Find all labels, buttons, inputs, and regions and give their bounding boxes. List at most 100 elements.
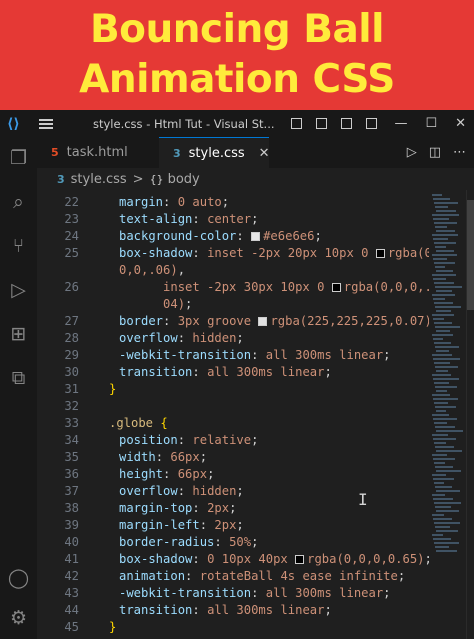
code-token: hidden — [192, 484, 237, 498]
code-text: margin-left: 2px; — [119, 517, 244, 534]
minimap-line — [435, 346, 459, 348]
minimap[interactable] — [429, 190, 466, 639]
code-token: .globe — [109, 416, 161, 430]
code-text: 0,0,.06), — [119, 262, 185, 279]
minimap-line — [433, 298, 445, 300]
tab-task-html[interactable]: 5 task.html — [37, 137, 157, 168]
vscode-logo-icon: ⟨⟩ — [7, 115, 20, 132]
minimap-line — [434, 242, 456, 244]
line-number: 40 — [64, 535, 79, 549]
close-tab-icon[interactable]: ✕ — [259, 146, 270, 161]
window-title-bar: ⟨⟩ style.css - Html Tut - Visual St... —… — [0, 110, 474, 137]
code-text: animation: rotateBall 4s ease infinite; — [119, 568, 405, 585]
minimap-line — [432, 514, 444, 516]
color-swatch[interactable] — [258, 317, 268, 326]
code-token: : — [163, 467, 178, 481]
settings-gear-icon[interactable]: ⚙ — [7, 607, 30, 630]
code-line: 04); — [37, 296, 429, 313]
html5-icon: 5 — [51, 146, 59, 159]
code-line: 24 background-color: #e6e6e6; — [37, 228, 429, 245]
code-token: 0 auto — [177, 195, 222, 209]
minimap-line — [434, 442, 446, 444]
color-swatch[interactable] — [331, 283, 341, 292]
python-icon[interactable]: ⧉ — [7, 367, 30, 390]
scrollbar-thumb[interactable] — [467, 200, 474, 310]
editor-tabs: 5 task.html 3 style.css ✕ ▷ ◫ ⋯ — [37, 137, 474, 168]
color-swatch[interactable] — [375, 249, 385, 258]
minimap-line — [436, 250, 454, 252]
code-text: margin: 0 auto; — [119, 194, 229, 211]
minimap-line — [432, 294, 455, 296]
maximize-icon[interactable]: ☐ — [426, 116, 438, 131]
close-window-icon[interactable]: ✕ — [455, 116, 466, 131]
breadcrumb-symbol[interactable]: body — [168, 172, 200, 187]
code-token: margin-left — [119, 518, 200, 532]
code-line: 43 -webkit-transition: all 300ms linear; — [37, 585, 429, 602]
line-number: 32 — [64, 399, 79, 413]
line-number: 44 — [64, 603, 79, 617]
code-token: } — [109, 620, 117, 634]
code-token: hidden — [192, 331, 237, 345]
line-number: 45 — [64, 620, 79, 634]
minimap-line — [435, 286, 462, 288]
minimap-line — [433, 498, 453, 500]
source-control-icon[interactable]: ⑂ — [7, 235, 30, 258]
minimap-line — [432, 374, 451, 376]
minimap-line — [434, 422, 447, 424]
code-token: ; — [199, 450, 208, 464]
more-actions-icon[interactable]: ⋯ — [453, 145, 466, 160]
code-editor[interactable]: I 22 margin: 0 auto; 23 text-align: center;… — [37, 190, 429, 639]
code-token: 66px — [170, 450, 200, 464]
code-token: overflow — [119, 484, 178, 498]
minimap-line — [432, 274, 456, 276]
code-token: border — [119, 314, 164, 328]
minimap-line — [434, 342, 451, 344]
toggle-sidebar-icon[interactable] — [290, 118, 302, 129]
line-number: 39 — [64, 518, 79, 532]
explorer-icon[interactable]: ❐ — [7, 147, 30, 170]
customize-layout-icon[interactable] — [365, 118, 377, 129]
code-text: } — [109, 381, 116, 398]
code-token: , — [177, 263, 186, 277]
code-line: 42 animation: rotateBall 4s ease infinite… — [37, 568, 429, 585]
line-number: 26 — [64, 280, 79, 294]
minimap-line — [434, 262, 455, 264]
minimap-line — [434, 382, 449, 384]
minimap-line — [436, 310, 451, 312]
color-swatch[interactable] — [295, 555, 305, 564]
minimap-line — [435, 266, 445, 268]
css3-icon: 3 — [173, 146, 181, 160]
minimap-line — [435, 306, 461, 308]
code-token: all 300ms linear — [265, 348, 384, 362]
extensions-icon[interactable]: ⊞ — [7, 323, 30, 346]
split-editor-icon[interactable]: ◫ — [429, 145, 441, 160]
minimap-line — [435, 466, 453, 468]
minimap-line — [433, 538, 451, 540]
vertical-scrollbar[interactable] — [466, 190, 474, 639]
color-swatch[interactable] — [251, 232, 261, 241]
code-token: { — [160, 416, 168, 430]
code-line: 36 height: 66px; — [37, 466, 429, 483]
tab-style-css[interactable]: 3 style.css ✕ — [159, 137, 270, 168]
code-token: ; — [207, 467, 215, 481]
code-token: : — [214, 535, 230, 549]
minimap-line — [436, 450, 462, 452]
minimap-line — [434, 202, 458, 204]
code-text: .globe { — [109, 415, 168, 432]
menu-icon[interactable] — [39, 118, 53, 129]
search-icon[interactable]: ⌕ — [7, 191, 30, 214]
run-icon[interactable]: ▷ — [407, 145, 417, 160]
minimap-line — [432, 194, 442, 196]
minimize-icon[interactable]: — — [395, 116, 408, 131]
minimap-line — [435, 366, 458, 368]
toggle-secondary-sidebar-icon[interactable] — [340, 118, 352, 129]
toggle-panel-icon[interactable] — [315, 118, 327, 129]
breadcrumb-file[interactable]: style.css — [71, 172, 127, 187]
minimap-line — [436, 410, 446, 412]
code-token: ; — [236, 331, 244, 345]
run-debug-icon[interactable]: ▷ — [7, 279, 30, 302]
minimap-line — [435, 426, 455, 428]
account-icon[interactable]: ◯ — [7, 567, 30, 590]
minimap-line — [435, 546, 449, 548]
minimap-line — [436, 370, 448, 372]
